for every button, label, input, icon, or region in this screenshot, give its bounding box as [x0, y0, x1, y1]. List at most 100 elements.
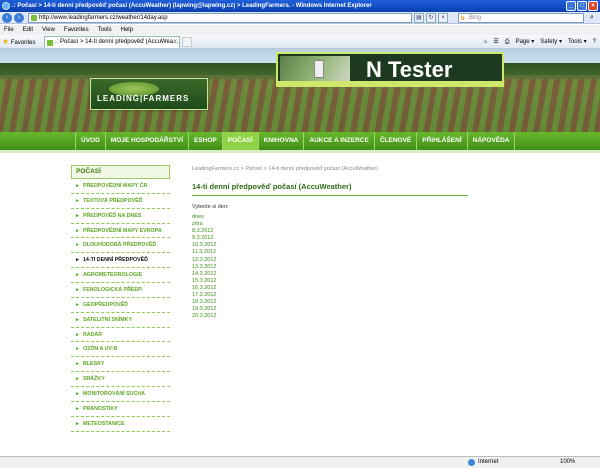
date-link[interactable]: dnes [192, 214, 592, 221]
forward-button[interactable]: › [14, 13, 24, 23]
sidebar-item[interactable]: ► RADAR [71, 328, 170, 343]
feeds-icon[interactable]: ☰ [493, 37, 498, 47]
date-link[interactable]: 18.3.2012 [192, 299, 592, 306]
maximize-button[interactable]: □ [577, 1, 587, 11]
sidebar-item[interactable]: ► 14-TI DENNÍ PŘEDPOVĚĎ [71, 253, 170, 269]
sidebar-item-label: TEXTOVÁ PŘEDPOVĚĎ [82, 197, 143, 204]
compatibility-view-icon[interactable]: ▤ [414, 13, 424, 23]
zoom-level[interactable]: 100% [560, 457, 575, 468]
sidebar-item[interactable]: ► DLOUHODOBÁ PŘEDPOVĚĎ [71, 238, 170, 254]
command-bar: ⌂ ☰ ⎙ Page ▾ Safety ▾ Tools ▾ ? [484, 37, 596, 47]
sidebar-item[interactable]: ► PŘEDPOVĚĎ NA DNES [71, 209, 170, 224]
sidebar-item[interactable]: ► MONITOROVÁNÍ SUCHA [71, 387, 170, 402]
safety-menu[interactable]: Safety ▾ [540, 37, 562, 47]
ad-banner[interactable]: N Tester [276, 52, 504, 87]
sidebar-item-label: PRANOSTIKY [82, 405, 118, 412]
nav-aukce-a-inzerce[interactable]: AUKCE A INZERCE [304, 132, 375, 150]
site-logo[interactable]: LEADING|FARMERS [90, 78, 208, 110]
tab-close-icon[interactable]: × [173, 37, 177, 48]
search-input[interactable]: b Bing [458, 13, 584, 23]
arrow-right-icon: ► [75, 242, 80, 249]
print-icon[interactable]: ⎙ [505, 37, 510, 47]
address-bar: ‹ › http://www.leadingfarmers.cz/weather… [0, 12, 600, 24]
sidebar-title: POČASÍ [71, 165, 170, 179]
sidebar-item[interactable]: ► AGROMETEOROLOGIE [71, 268, 170, 284]
nav-prihlaseni[interactable]: PŘIHLÁŠENÍ [417, 132, 468, 150]
sidebar-item[interactable]: ► METEOSTANICE [71, 417, 170, 432]
sidebar-item[interactable]: ► PŘEDPOVĚDNÍ MAPY EVROPA [71, 224, 170, 239]
page-menu[interactable]: Page ▾ [516, 37, 535, 47]
arrow-right-icon: ► [75, 272, 80, 279]
date-link[interactable]: 9.3.2012 [192, 235, 592, 242]
nav-knihovna[interactable]: KNIHOVNA [259, 132, 305, 150]
sidebar-item-label: FENOLOGICKÁ PŘEDP. [82, 287, 143, 294]
refresh-icon[interactable]: ↻ [426, 13, 436, 23]
sidebar-item[interactable]: ► TEXTOVÁ PŘEDPOVĚĎ [71, 194, 170, 209]
arrow-right-icon: ► [75, 420, 80, 427]
sidebar-item-label: SATELITNÍ SNÍMKY [82, 316, 132, 323]
menu-view[interactable]: View [42, 25, 55, 35]
sidebar-item[interactable]: ► PŘEDPOVĚDNÍ MAPY ČR [71, 179, 170, 194]
sidebar-item-label: GEOPŘEDPOVĚĎ [82, 301, 128, 308]
new-tab-button[interactable] [182, 37, 192, 47]
arrow-right-icon: ► [75, 212, 80, 219]
sidebar-item[interactable]: ► GEOPŘEDPOVĚĎ [71, 298, 170, 313]
favorites-button[interactable]: ★ Favorites [2, 37, 36, 48]
stop-icon[interactable]: × [438, 13, 448, 23]
date-link[interactable]: 20.3.2012 [192, 313, 592, 320]
security-zone[interactable]: Internet [468, 457, 498, 468]
sidebar-item-label: PŘEDPOVĚDNÍ MAPY EVROPA [82, 227, 162, 234]
date-link[interactable]: 16.3.2012 [192, 285, 592, 292]
sidebar-item-label: METEOSTANICE [82, 420, 125, 427]
date-link[interactable]: 10.3.2012 [192, 242, 592, 249]
url-input[interactable]: http://www.leadingfarmers.cz/weather/14d… [28, 13, 412, 23]
breadcrumb: LeadingFarmers.cz > Počasí > 14-ti denní… [192, 166, 379, 172]
date-link[interactable]: 12.3.2012 [192, 257, 592, 264]
menu-file[interactable]: File [4, 25, 14, 35]
nav-pocasi[interactable]: POČASÍ [222, 132, 259, 150]
ad-title: N Tester [366, 57, 453, 82]
nav-eshop[interactable]: ESHOP [189, 132, 223, 150]
sidebar-item-label: AGROMETEOROLOGIE [82, 272, 143, 279]
date-link[interactable]: 8.3.2012 [192, 228, 592, 235]
home-icon[interactable]: ⌂ [484, 37, 488, 47]
sidebar-item[interactable]: ► PRANOSTIKY [71, 402, 170, 417]
main-navigation: ÚVOD MOJE HOSPODÁŘSTVÍ ESHOP POČASÍ KNIH… [0, 132, 600, 150]
sidebar-item-label: DLOUHODOBÁ PŘEDPOVĚĎ [82, 242, 157, 249]
ad-bottom-bar [278, 81, 502, 85]
help-icon[interactable]: ? [593, 37, 596, 47]
date-link[interactable]: 14.3.2012 [192, 271, 592, 278]
arrow-right-icon: ► [75, 301, 80, 308]
date-link[interactable]: 13.3.2012 [192, 264, 592, 271]
date-link[interactable]: zítra [192, 221, 592, 228]
sidebar-item[interactable]: ► BLESKY [71, 357, 170, 373]
nav-moje-hospodarstvi[interactable]: MOJE HOSPODÁŘSTVÍ [106, 132, 190, 150]
menu-favorites[interactable]: Favorites [64, 25, 89, 35]
menu-help[interactable]: Help [121, 25, 133, 35]
tools-menu[interactable]: Tools ▾ [568, 37, 587, 47]
close-button[interactable]: × [588, 1, 598, 11]
sidebar-item[interactable]: ► OZÓN A UV-B [71, 342, 170, 358]
date-link[interactable]: 17.3.2012 [192, 292, 592, 299]
menu-bar: File Edit View Favorites Tools Help [0, 25, 600, 35]
date-link[interactable]: 15.3.2012 [192, 278, 592, 285]
nav-napoveda[interactable]: NÁPOVĚDA [468, 132, 516, 150]
menu-tools[interactable]: Tools [98, 25, 112, 35]
sidebar-item[interactable]: ► FENOLOGICKÁ PŘEDP. [71, 283, 170, 298]
date-link[interactable]: 11.3.2012 [192, 249, 592, 256]
back-button[interactable]: ‹ [2, 13, 12, 23]
arrow-right-icon: ► [75, 331, 80, 338]
date-link[interactable]: 19.3.2012 [192, 306, 592, 313]
search-icon[interactable]: ⌕ [586, 13, 598, 23]
select-day-label: Vyberte si den: [192, 204, 229, 210]
sidebar-item-label: PŘEDPOVĚĎ NA DNES [82, 212, 142, 219]
nav-uvod[interactable]: ÚVOD [75, 132, 106, 150]
sidebar-item-label: RADAR [82, 331, 103, 338]
menu-edit[interactable]: Edit [23, 25, 33, 35]
sidebar-item[interactable]: ► SRÁŽKY [71, 372, 170, 388]
arrow-right-icon: ► [75, 346, 80, 353]
nav-clenove[interactable]: ČLENOVÉ [375, 132, 418, 150]
minimize-button[interactable]: _ [566, 1, 576, 11]
browser-tab[interactable]: .: Počasí > 14-ti denní předpověď (AccuW… [44, 36, 180, 48]
sidebar-item[interactable]: ► SATELITNÍ SNÍMKY [71, 313, 170, 328]
